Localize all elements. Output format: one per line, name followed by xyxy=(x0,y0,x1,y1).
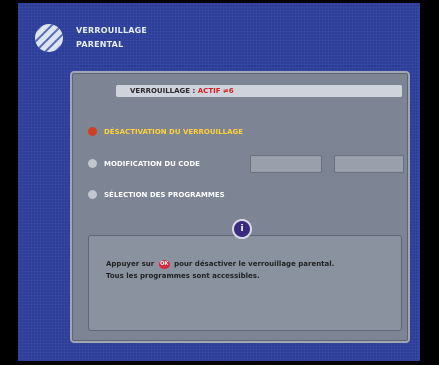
page-title: VERROUILLAGE xyxy=(76,26,148,35)
status-label: VERROUILLAGE : xyxy=(130,87,198,95)
current-code-field[interactable] xyxy=(250,155,322,173)
help-message: Appuyer sur OK pour désactiver le verrou… xyxy=(106,258,334,282)
info-icon: i xyxy=(232,219,252,239)
ok-button-icon: OK xyxy=(158,259,170,269)
menu-item-label: SÉLECTION DES PROGRAMMES xyxy=(104,191,225,199)
lock-status-bar: VERROUILLAGE : ACTIF ≠6 xyxy=(116,85,402,97)
lock-panel: VERROUILLAGE : ACTIF ≠6 DÉSACTIVATION DU… xyxy=(70,71,410,343)
tv-screen: VERROUILLAGE PARENTAL VERROUILLAGE : ACT… xyxy=(18,3,420,361)
help-message-box: Appuyer sur OK pour désactiver le verrou… xyxy=(88,235,402,331)
page-subtitle: PARENTAL xyxy=(76,40,124,49)
red-dot-icon xyxy=(88,127,97,136)
grey-dot-icon xyxy=(88,159,97,168)
striped-sphere-icon xyxy=(35,24,63,52)
new-code-field[interactable] xyxy=(334,155,404,173)
help-text-part2: pour désactiver le verrouillage parental… xyxy=(174,260,335,268)
menu-item-label: DÉSACTIVATION DU VERROUILLAGE xyxy=(104,128,244,136)
grey-dot-icon xyxy=(88,190,97,199)
menu-item-label: MODIFICATION DU CODE xyxy=(104,160,200,168)
help-text-part1: Appuyer sur xyxy=(106,260,155,268)
status-value: ACTIF ≠6 xyxy=(197,87,234,95)
help-text-line2: Tous les programmes sont accessibles. xyxy=(106,272,260,280)
